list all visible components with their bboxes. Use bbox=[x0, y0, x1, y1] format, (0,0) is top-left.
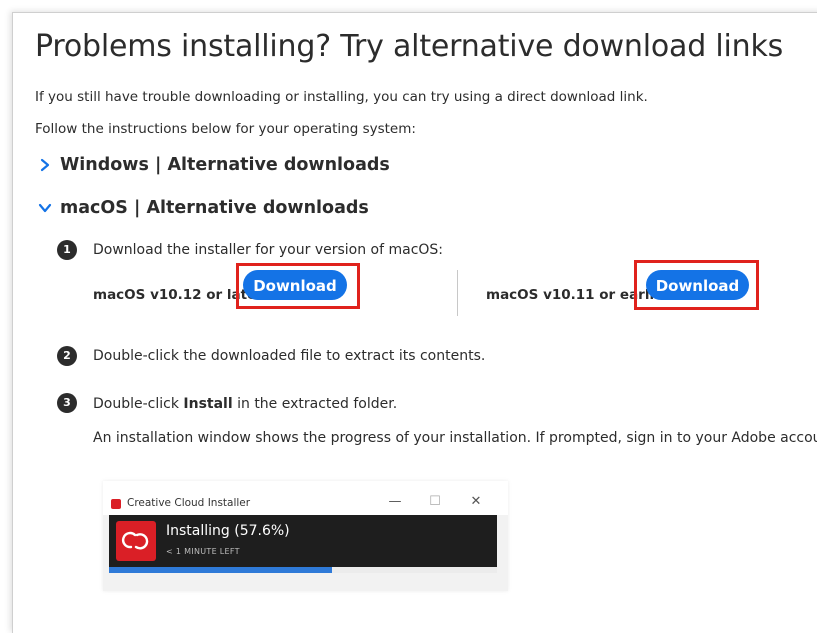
step-2-badge: 2 bbox=[57, 346, 77, 366]
step-3-note: An installation window shows the progres… bbox=[93, 430, 817, 446]
step-3-text-before: Double-click bbox=[93, 396, 184, 412]
macos-section-label: macOS | Alternative downloads bbox=[60, 198, 369, 218]
step-3-install-bold: Install bbox=[183, 396, 233, 412]
installer-body: Installing (57.6%) < 1 MINUTE LEFT bbox=[109, 515, 497, 567]
windows-section-label: Windows | Alternative downloads bbox=[60, 155, 390, 175]
chevron-right-icon bbox=[40, 158, 50, 172]
download-button-macos-1012[interactable]: Download bbox=[243, 270, 347, 300]
creative-cloud-app-icon bbox=[111, 499, 121, 509]
step-1-badge: 1 bbox=[57, 240, 77, 260]
chevron-down-icon bbox=[38, 203, 52, 213]
installer-titlebar: Creative Cloud Installer — ☐ ✕ bbox=[103, 481, 508, 515]
step-2-text: Double-click the downloaded file to extr… bbox=[93, 348, 486, 364]
divider bbox=[457, 270, 458, 316]
instructions-text: Follow the instructions below for your o… bbox=[35, 121, 416, 137]
minimize-icon: — bbox=[388, 494, 402, 509]
close-icon: ✕ bbox=[470, 494, 482, 509]
installer-window-title: Creative Cloud Installer bbox=[127, 497, 251, 509]
step-3-badge: 3 bbox=[57, 393, 77, 413]
creative-cloud-logo-icon bbox=[116, 521, 156, 561]
installer-time-left: < 1 MINUTE LEFT bbox=[166, 547, 240, 556]
step-1-text: Download the installer for your version … bbox=[93, 242, 444, 258]
macos-section-toggle[interactable]: macOS | Alternative downloads bbox=[38, 198, 369, 218]
page-title: Problems installing? Try alternative dow… bbox=[35, 29, 784, 64]
installer-progress-bar bbox=[109, 567, 497, 573]
installer-status: Installing (57.6%) bbox=[166, 523, 290, 539]
installer-window-image: Creative Cloud Installer — ☐ ✕ Installin… bbox=[103, 481, 508, 591]
installer-progress-fill bbox=[109, 567, 333, 573]
download-button-macos-1011[interactable]: Download bbox=[646, 270, 749, 300]
windows-section-toggle[interactable]: Windows | Alternative downloads bbox=[38, 155, 390, 175]
step-3-text-after: in the extracted folder. bbox=[232, 396, 398, 412]
step-3-text: Double-click Install in the extracted fo… bbox=[93, 396, 397, 412]
maximize-icon: ☐ bbox=[429, 494, 441, 509]
intro-text: If you still have trouble downloading or… bbox=[35, 89, 648, 105]
